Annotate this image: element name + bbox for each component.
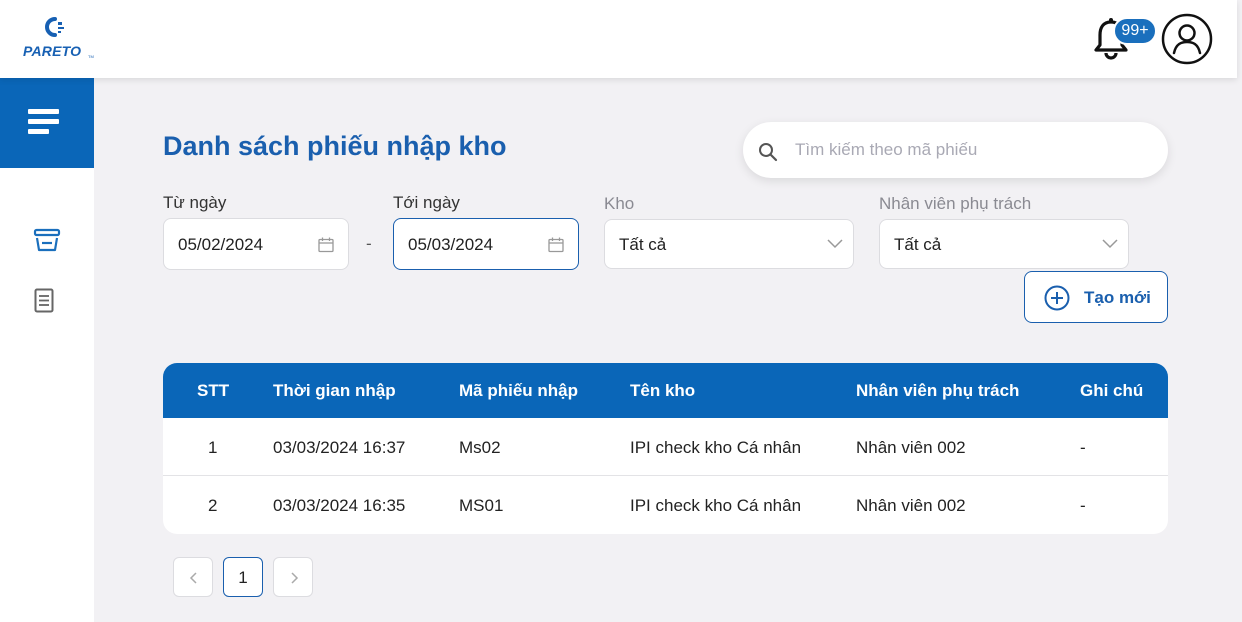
search-icon: [759, 143, 778, 162]
logo-mark-icon: [45, 17, 64, 37]
page-button-current[interactable]: 1: [223, 557, 263, 597]
staff-label: Nhân viên phụ trách: [879, 194, 1032, 213]
warehouse-select[interactable]: Tất cả: [604, 219, 854, 269]
search-box: [743, 122, 1168, 178]
from-date-label: Từ ngày: [163, 193, 227, 212]
cell-warehouse: IPI check kho Cá nhân: [630, 496, 802, 515]
page-number: 1: [238, 568, 248, 587]
calendar-icon: [548, 237, 564, 253]
menu-toggle-button[interactable]: [0, 78, 94, 168]
chevron-left-icon: [189, 572, 197, 584]
receipts-table: STT Thời gian nhập Mã phiếu nhập Tên kho…: [163, 363, 1168, 534]
table-row[interactable]: 1 03/03/2024 16:37 Ms02 IPI check kho Cá…: [163, 418, 1168, 476]
create-new-label: Tạo mới: [1084, 288, 1151, 307]
column-header[interactable]: Mã phiếu nhập: [459, 381, 578, 401]
logo-trademark: TM: [88, 54, 94, 59]
notification-badge: 99+: [1113, 17, 1157, 45]
calendar-icon: [318, 237, 334, 253]
warehouse-value: Tất cả: [619, 235, 667, 254]
menu-icon-bar: [28, 109, 59, 114]
menu-icon-bar: [28, 119, 59, 124]
column-header[interactable]: Ghi chú: [1080, 381, 1143, 401]
column-header[interactable]: STT: [197, 381, 229, 401]
previous-page-button[interactable]: [173, 557, 213, 597]
cell-staff: Nhân viên 002: [856, 496, 966, 515]
sidebar: [0, 78, 94, 622]
page-title: Danh sách phiếu nhập kho: [163, 131, 507, 161]
cell-receipt-code: MS01: [459, 496, 504, 515]
column-header[interactable]: Thời gian nhập: [273, 381, 396, 401]
next-page-button[interactable]: [273, 557, 313, 597]
warehouse-label: Kho: [604, 194, 635, 213]
cell-note: -: [1080, 496, 1086, 515]
pareto-logo[interactable]: PARETO TM: [22, 16, 94, 62]
chevron-down-icon: [1102, 239, 1118, 249]
table-row[interactable]: 2 03/03/2024 16:35 MS01 IPI check kho Cá…: [163, 476, 1168, 534]
create-new-button[interactable]: Tạo mới: [1024, 271, 1168, 323]
cell-time: 03/03/2024 16:35: [273, 496, 406, 515]
from-date-picker[interactable]: 05/02/2024: [163, 218, 349, 270]
cell-staff: Nhân viên 002: [856, 438, 966, 457]
user-avatar-icon[interactable]: [1161, 13, 1213, 65]
document-icon[interactable]: [34, 288, 54, 313]
date-range-separator: -: [366, 234, 372, 253]
from-date-value: 05/02/2024: [178, 235, 264, 254]
to-date-label: Tới ngày: [393, 193, 460, 212]
cell-time: 03/03/2024 16:37: [273, 438, 406, 457]
chevron-right-icon: [291, 572, 299, 584]
cell-warehouse: IPI check kho Cá nhân: [630, 438, 802, 457]
chevron-down-icon: [827, 239, 843, 249]
column-header[interactable]: Tên kho: [630, 381, 695, 401]
search-input[interactable]: [795, 137, 1145, 163]
staff-select[interactable]: Tất cả: [879, 219, 1129, 269]
table-header: STT Thời gian nhập Mã phiếu nhập Tên kho…: [163, 363, 1168, 418]
logo-text: PARETO: [23, 43, 82, 59]
plus-circle-icon: [1044, 285, 1070, 311]
cell-note: -: [1080, 438, 1086, 457]
cell-index: 2: [208, 496, 218, 515]
to-date-value: 05/03/2024: [408, 235, 494, 254]
menu-icon-bar: [28, 129, 49, 134]
column-header[interactable]: Nhân viên phụ trách: [856, 381, 1019, 401]
cell-index: 1: [208, 438, 218, 457]
warehouse-basket-icon[interactable]: [33, 228, 61, 253]
cell-receipt-code: Ms02: [459, 438, 501, 457]
to-date-picker[interactable]: 05/03/2024: [393, 218, 579, 270]
staff-value: Tất cả: [894, 235, 942, 254]
top-bar: PARETO TM 99+: [0, 0, 1237, 78]
